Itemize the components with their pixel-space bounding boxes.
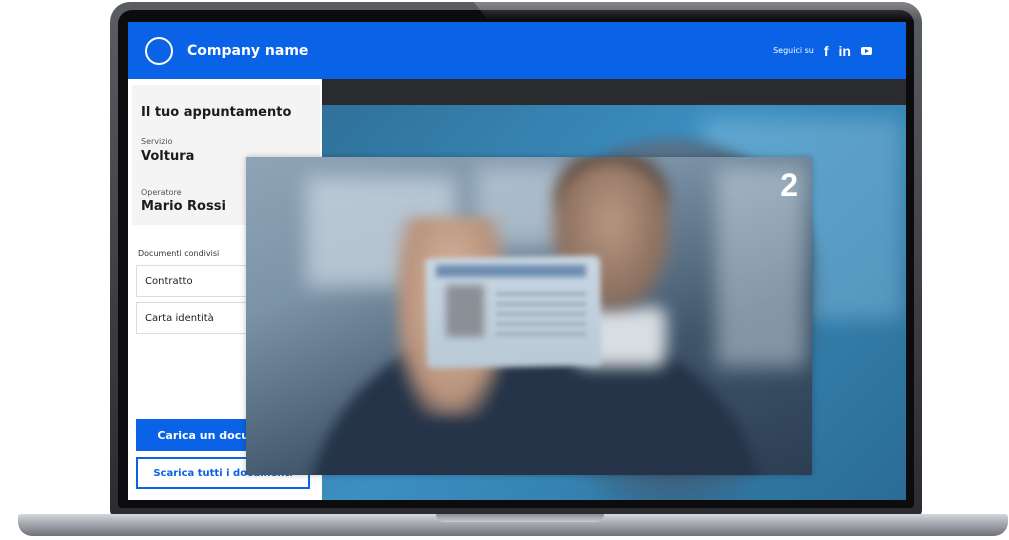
linkedin-icon[interactable]: in [839, 43, 851, 59]
app-screen: Company name Seguici su f in Il tuo appu… [128, 22, 906, 500]
youtube-icon[interactable] [861, 46, 872, 55]
service-value: Voltura [141, 149, 195, 164]
shared-docs-label: Documenti condivisi [138, 249, 220, 258]
video-topbar [322, 79, 906, 105]
laptop-notch [436, 514, 604, 522]
follow-label: Seguici su [773, 46, 814, 55]
shared-document-preview[interactable]: 2 [246, 157, 812, 475]
social-links: Seguici su f in [773, 43, 872, 59]
operator-value: Mario Rossi [141, 199, 226, 214]
company-name[interactable]: Company name [187, 43, 308, 59]
service-label: Servizio [141, 137, 173, 146]
appointment-title: Il tuo appuntamento [141, 105, 292, 120]
company-logo-icon[interactable] [145, 36, 173, 65]
operator-label: Operatore [141, 188, 182, 197]
top-header: Company name Seguici su f in [128, 22, 906, 79]
facebook-icon[interactable]: f [824, 43, 829, 59]
preview-page-number: 2 [780, 167, 798, 203]
